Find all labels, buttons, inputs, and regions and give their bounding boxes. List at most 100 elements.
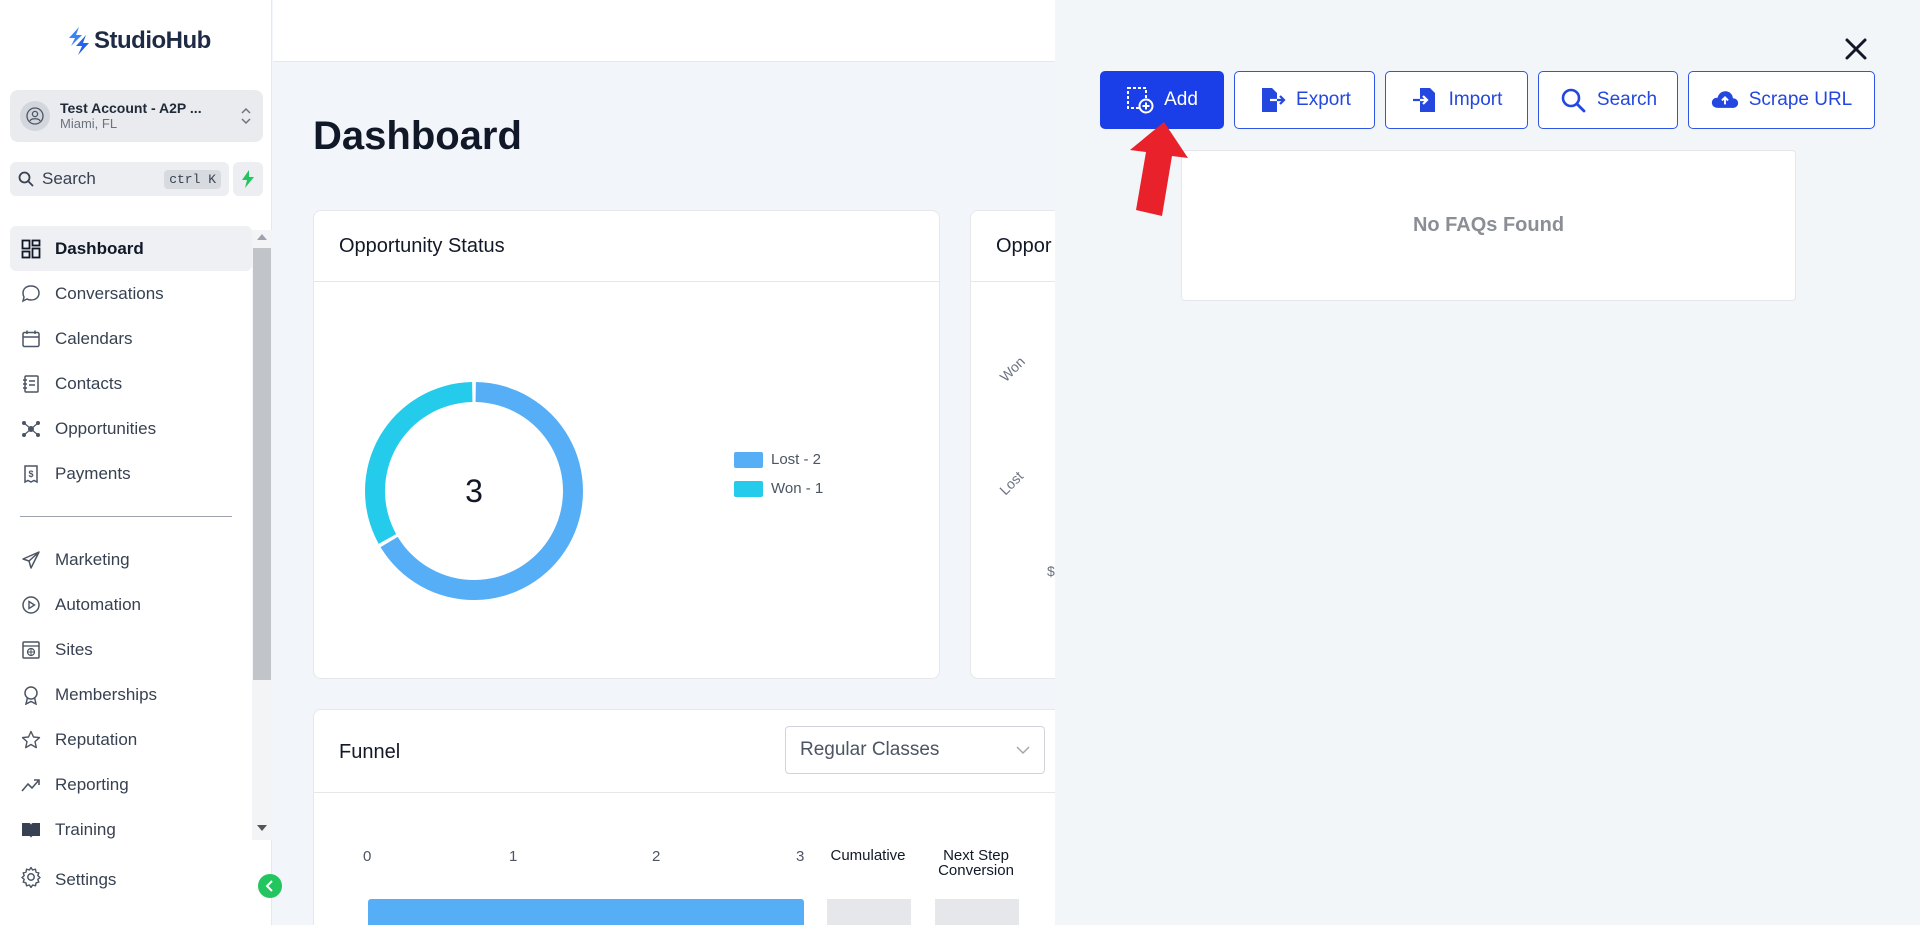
card-title: Funnel [339,741,401,763]
sidebar-item-label: Calendars [55,328,133,348]
star-icon [20,729,42,751]
sidebar-nav: Dashboard Conversations Calendars Contac… [10,226,252,852]
sidebar-item-reputation[interactable]: Reputation [10,717,252,762]
search-icon [18,171,34,187]
sidebar-item-conversations[interactable]: Conversations [10,271,252,316]
legend-swatch-lost [734,451,763,468]
sidebar-item-label: Automation [55,594,141,614]
page-title: Dashboard [313,114,522,158]
search-label: Search [42,169,96,188]
sidebar-scrollbar-thumb[interactable] [253,248,271,680]
search-faq-button[interactable]: Search [1538,71,1678,129]
funnel-next-step-cell [935,899,1019,925]
account-switcher[interactable]: Test Account - A2P ... Miami, FL [10,90,263,142]
app-logo[interactable]: StudioHub [66,26,211,56]
scroll-down-arrow-icon[interactable] [257,825,267,831]
sidebar-item-label: Dashboard [55,238,144,258]
sidebar-item-label: Contacts [55,373,123,393]
account-location: Miami, FL [60,115,118,131]
sidebar-item-opportunities[interactable]: Opportunities [10,406,252,451]
import-file-icon [1411,86,1439,114]
account-avatar-icon [20,101,50,131]
card-divider [314,792,1092,793]
scroll-up-arrow-icon[interactable] [257,234,267,240]
sidebar-item-label: Conversations [55,283,164,303]
lightning-bolt-icon [242,170,254,188]
sidebar-item-label: Settings [55,869,117,889]
button-label: Search [1596,89,1658,110]
funnel-pipeline-select[interactable]: Regular Classes [785,726,1045,774]
gear-icon [20,866,42,893]
sidebar-item-settings[interactable]: Settings [20,866,116,893]
legend-swatch-won [734,480,763,497]
card-divider [314,281,939,282]
sidebar-item-dashboard[interactable]: Dashboard [10,226,252,271]
account-name: Test Account - A2P ... [60,100,202,117]
funnel-axis-tick: 2 [652,848,661,865]
funnel-axis-tick: 3 [796,848,805,865]
top-header-bar [273,0,1063,62]
app-name: StudioHub [94,27,211,54]
opportunity-donut-chart[interactable]: 3 [344,361,604,621]
sidebar-search-input[interactable]: Search ctrl K [10,162,229,196]
donut-slice-won[interactable] [365,382,473,544]
opportunity-status-card: Opportunity Status 3 Lost - 2 Won - 1 [313,210,940,679]
funnel-axis-tick: 1 [509,848,518,865]
sidebar-item-label: Sites [55,639,93,659]
funnel-axis-tick: 0 [363,848,372,865]
studiohub-logo-icon [69,27,89,55]
sidebar-item-payments[interactable]: $ Payments [10,451,252,496]
sidebar-item-training[interactable]: Training [10,807,252,852]
export-button[interactable]: Export [1234,71,1375,129]
receipt-dollar-icon: $ [20,463,42,485]
search-shortcut: ctrl K [164,169,221,189]
close-icon[interactable] [1843,36,1869,62]
sidebar-item-marketing[interactable]: Marketing [10,537,252,582]
sidebar-item-label: Memberships [55,684,158,704]
axis-label-won: Won [996,353,1029,385]
sidebar-item-label: Training [55,819,116,839]
sidebar: StudioHub Test Account - A2P ... Miami, … [0,0,272,925]
sidebar-item-reporting[interactable]: Reporting [10,762,252,807]
sidebar-item-contacts[interactable]: Contacts [10,361,252,406]
empty-state-message: No FAQs Found [1412,214,1565,236]
sidebar-item-label: Reputation [55,729,138,749]
sidebar-item-automation[interactable]: Automation [10,582,252,627]
scrape-url-button[interactable]: Scrape URL [1688,71,1875,129]
award-icon [20,684,42,706]
chat-bubble-icon [20,283,42,305]
axis-tick-fragment: $ [1047,563,1055,579]
donut-center-total: 3 [465,473,483,509]
legend-item-won[interactable]: Won - 1 [734,480,823,497]
sidebar-item-sites[interactable]: Sites [10,627,252,672]
funnel-col-cumulative: Cumulative [830,847,906,864]
legend-label: Won - 1 [771,480,824,497]
import-button[interactable]: Import [1385,71,1528,129]
quick-actions-button[interactable] [233,162,263,196]
collapse-sidebar-button[interactable] [258,874,282,898]
button-label: Import [1448,89,1503,110]
chevron-down-icon [1016,746,1030,754]
chevron-updown-icon [241,107,251,125]
funnel-cumulative-cell [827,899,911,925]
add-box-icon [1126,86,1154,114]
select-value: Regular Classes [800,739,940,760]
opportunities-icon [20,418,42,440]
funnel-bar[interactable] [368,899,804,925]
card-title: Oppor [996,235,1052,257]
sidebar-item-label: Payments [55,463,131,483]
paper-plane-icon [20,549,42,571]
sidebar-item-label: Marketing [55,549,130,569]
card-title: Opportunity Status [339,235,505,257]
export-file-icon [1258,86,1286,114]
chart-legend: Lost - 2 Won - 1 [734,451,823,509]
button-label: Add [1164,89,1198,110]
sidebar-item-calendars[interactable]: Calendars [10,316,252,361]
play-circle-icon [20,594,42,616]
book-icon [20,819,42,841]
sidebar-item-memberships[interactable]: Memberships [10,672,252,717]
legend-item-lost[interactable]: Lost - 2 [734,451,823,468]
calendar-icon [20,328,42,350]
axis-label-lost: Lost [996,467,1027,499]
globe-window-icon [20,639,42,661]
